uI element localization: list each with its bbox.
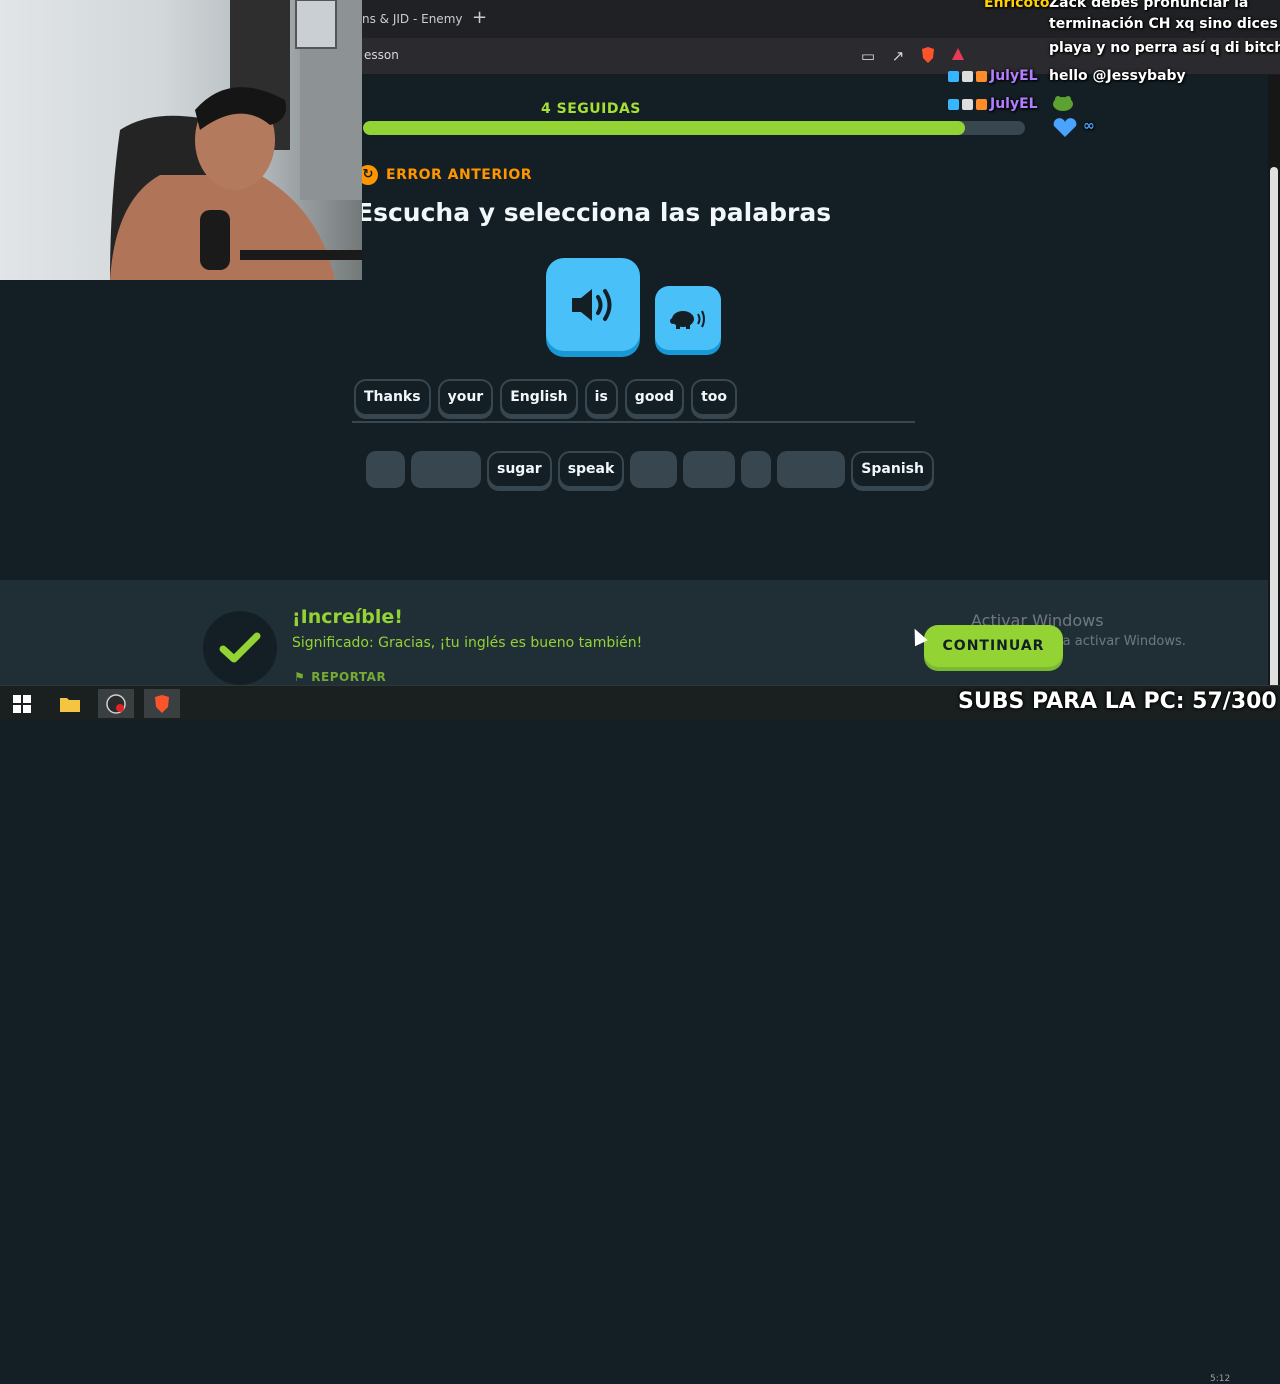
error-indicator: ↻ ERROR ANTERIOR (358, 165, 532, 185)
word-bank-tile-sugar[interactable]: sugar (487, 451, 552, 488)
brave-shield-icon[interactable] (918, 46, 938, 66)
used-word-slot (741, 451, 772, 488)
result-footer (0, 580, 1268, 685)
answer-word[interactable]: is (584, 379, 618, 416)
success-badge (203, 611, 277, 685)
play-slow-audio-button[interactable] (655, 286, 721, 350)
chat-badge-icon (976, 98, 987, 110)
chat-badge-icon (962, 70, 973, 82)
error-label: ERROR ANTERIOR (386, 167, 533, 183)
word-bank-tile-spanish[interactable]: Spanish (851, 451, 934, 488)
share-icon[interactable]: ↗ (888, 46, 908, 66)
used-word-slot (777, 451, 846, 488)
answer-word[interactable]: good (624, 379, 685, 416)
answer-area: Thanks your English is good too (354, 379, 738, 416)
brave-taskbar-button[interactable] (144, 689, 180, 718)
chat-message: Zack debes pronunciar la (1049, 0, 1249, 11)
used-word-slot (366, 451, 405, 488)
translation-meaning: Significado: Gracias, ¡tu inglés es buen… (292, 635, 643, 651)
chat-message-row: JulyEL (948, 68, 1038, 84)
word-bank-tile-speak[interactable]: speak (557, 451, 625, 488)
answer-word[interactable]: your (437, 379, 494, 416)
flag-icon: ⚑ (294, 670, 306, 684)
play-audio-button[interactable] (546, 258, 640, 351)
folder-icon (60, 697, 80, 712)
file-explorer-button[interactable] (52, 689, 88, 718)
new-tab-button[interactable]: + (472, 7, 487, 28)
obs-icon (106, 693, 126, 714)
turtle-icon (670, 310, 705, 329)
url-text[interactable]: esson (364, 48, 399, 62)
answer-word[interactable]: too (691, 379, 738, 416)
answer-line (352, 421, 915, 423)
chat-message: hello @Jessybaby (1049, 68, 1186, 84)
result-title: ¡Increíble! (292, 606, 403, 628)
used-word-slot (683, 451, 736, 488)
subs-goal-overlay: SUBS PARA LA PC: 57/300 (958, 689, 1277, 714)
report-label: REPORTAR (311, 670, 387, 684)
speaker-icon (572, 288, 612, 321)
lesson-progress-bar (363, 121, 1025, 135)
checkmark-icon (219, 632, 261, 663)
obs-taskbar-button[interactable] (98, 689, 134, 718)
continue-button[interactable]: CONTINUAR (924, 625, 1063, 667)
chat-badge-icon (948, 70, 959, 82)
chat-emote-infinity-icon: ∞ (1083, 118, 1095, 134)
chat-badge-icon (948, 98, 959, 110)
report-button[interactable]: ⚑ REPORTAR (294, 670, 386, 684)
scrollbar-thumb[interactable] (1270, 167, 1278, 711)
chat-message-row: JulyEL (948, 96, 1038, 112)
browser-tab[interactable]: ns & JID - Enemy (362, 4, 462, 34)
chat-username: Enricoto (984, 0, 1050, 11)
chat-username: JulyEL (990, 96, 1038, 112)
taskbar-clock[interactable]: 5:12 (1210, 1374, 1230, 1384)
chat-emote-heart-icon (1052, 118, 1078, 138)
exercise-title: Escucha y selecciona las palabras (356, 198, 832, 227)
scrollbar[interactable] (1268, 75, 1280, 711)
stream-chat-overlay: Enricoto Zack debes pronunciar la termin… (946, 0, 1280, 140)
chat-username: JulyEL (990, 68, 1038, 84)
brave-lion-icon (155, 694, 169, 713)
used-word-slot (630, 451, 678, 488)
chat-message: terminación CH xq sino dices (1049, 16, 1278, 32)
windows-logo-icon (13, 694, 31, 713)
windows-start-button[interactable] (4, 689, 40, 718)
chat-emote-frog-icon (1052, 94, 1074, 112)
used-word-slot (411, 451, 481, 488)
webcam-feed-image (110, 0, 362, 280)
chat-badge-icon (962, 98, 973, 110)
cast-icon[interactable]: ▭ (858, 46, 878, 66)
word-bank: sugar speak Spanish (366, 451, 934, 488)
progress-fill (363, 121, 966, 135)
webcam-overlay (0, 0, 362, 280)
streak-label: 4 SEGUIDAS (541, 101, 641, 117)
answer-word[interactable]: English (500, 379, 578, 416)
chat-message: playa y no perra así q di bitch (1049, 40, 1280, 56)
chat-badge-icon (976, 70, 987, 82)
answer-word[interactable]: Thanks (354, 379, 431, 416)
